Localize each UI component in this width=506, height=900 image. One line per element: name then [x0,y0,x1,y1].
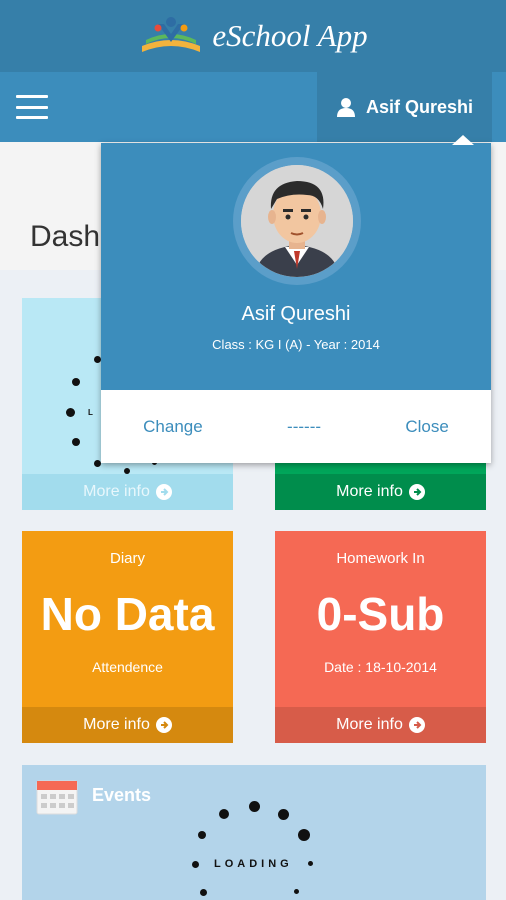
page-title: Dash [30,220,101,253]
menu-toggle-icon[interactable] [16,95,48,119]
spinner-dot [198,831,206,839]
popup-footer: Change ------ Close [101,390,491,463]
loading-text: LOADING [214,858,293,870]
spinner-dot [94,356,101,363]
box-subtext: Date : 18-10-2014 [324,659,437,675]
more-info-label: More info [83,716,150,733]
more-info-label: More info [336,716,403,733]
spinner-dot [200,889,207,896]
app-logo[interactable]: eSchool App [138,12,368,60]
info-box-diary: Diary No Data Attendence More info [22,531,233,743]
avatar-ring [233,157,361,285]
spinner-dot [278,809,289,820]
school-logo-icon [142,17,201,52]
spinner-dot [192,861,199,868]
loading-text: L [88,408,97,417]
more-info-link[interactable]: More info [275,707,486,743]
close-button[interactable]: Close [405,417,448,437]
popup-class-info: Class : KG I (A) - Year : 2014 [212,337,380,352]
box-label: Homework In [336,550,425,567]
spinner-dot [249,801,260,812]
box-value: No Data [40,588,215,640]
popup-header: Asif Qureshi Class : KG I (A) - Year : 2… [101,143,491,390]
user-menu-button[interactable]: Asif Qureshi [317,72,492,142]
spinner-dot [94,460,101,467]
navbar: Asif Qureshi [0,72,506,142]
spinner-dot [66,408,75,417]
events-title: Events [92,785,152,805]
spinner-dot [294,889,299,894]
spinner-dot [308,861,313,866]
more-info-link[interactable]: More info [275,474,486,510]
spinner-dot [72,378,80,386]
box-value: 0-Sub [316,588,445,640]
popup-caret [452,135,474,145]
arrow-circle-right-icon [408,484,425,500]
arrow-circle-right-icon [408,717,425,733]
spinner-dot [72,438,80,446]
more-info-label: More info [336,483,403,500]
popup-user-name: Asif Qureshi [241,303,351,325]
more-info-link[interactable]: More info [22,474,233,510]
spinner-dot [219,809,229,819]
user-profile-popup: Asif Qureshi Class : KG I (A) - Year : 2… [101,143,491,463]
user-menu-name: Asif Qureshi [365,96,474,117]
more-info-link[interactable]: More info [22,707,233,743]
spinner-dot [298,829,310,841]
arrow-circle-right-icon [155,484,172,500]
app-header: eSchool App [0,0,506,72]
student-avatar-icon [241,165,353,277]
info-box-homework: Homework In 0-Sub Date : 18-10-2014 More… [275,531,486,743]
app-title: eSchool App [212,18,368,53]
change-button[interactable]: Change [143,417,203,437]
user-icon [336,98,355,117]
avatar [241,165,353,277]
popup-separator: ------ [287,416,322,436]
box-subtext: Attendence [92,659,163,675]
box-label: Diary [109,550,145,567]
events-box: Events LOADING [22,765,486,900]
calendar-icon [36,780,78,815]
arrow-circle-right-icon [155,717,172,733]
more-info-label: More info [83,483,150,500]
